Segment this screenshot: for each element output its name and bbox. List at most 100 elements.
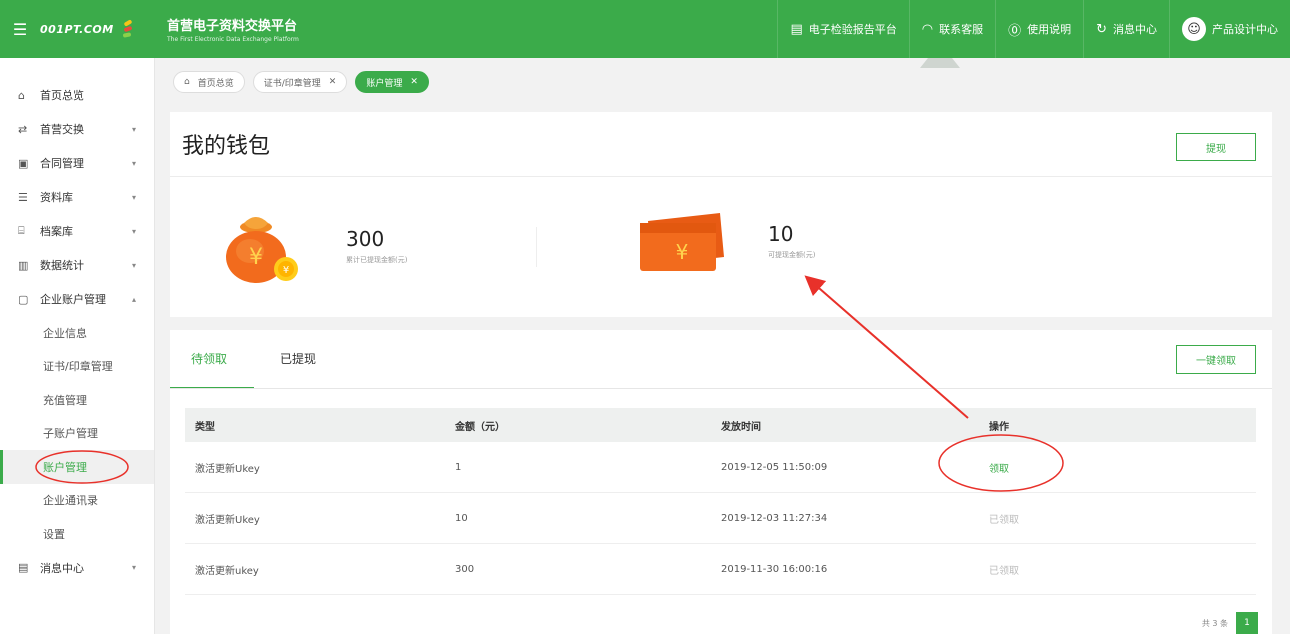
list-icon: ☰: [18, 190, 28, 204]
bell-icon: ↻: [1096, 21, 1107, 37]
sidebar-item-label: 首营交换: [40, 123, 84, 136]
sidebar-item-messages[interactable]: ▤ 消息中心 ▾: [0, 551, 154, 585]
page-button[interactable]: 1: [1236, 612, 1258, 634]
table-row: 激活更新ukey 300 2019-11-30 16:00:16 已领取: [185, 544, 1256, 595]
column-header: 操作: [989, 421, 1009, 433]
cell-type: 激活更新Ukey: [195, 463, 260, 475]
stat-text: 300 累计已提现金额(元): [346, 229, 407, 265]
help-icon: ⓪: [1008, 23, 1022, 39]
nav-contact-support[interactable]: ◠ 联系客服: [908, 0, 995, 58]
logo[interactable]: 001PT.COM: [40, 0, 155, 58]
sidebar-subitem-account-management[interactable]: 账户管理: [0, 450, 154, 484]
withdrawable-label: 可提现金额(元): [768, 251, 816, 259]
svg-text:¥: ¥: [676, 240, 689, 264]
sidebar-subitem-certificates[interactable]: 证书/印章管理: [0, 350, 154, 384]
home-icon: ⌂: [184, 77, 190, 87]
sidebar-item-statistics[interactable]: ▥ 数据统计 ▾: [0, 248, 154, 282]
rewards-table: 类型 金额（元） 发放时间 操作 激活更新Ukey 1 2019-12-05 1…: [185, 408, 1256, 595]
cell-amount: 10: [455, 512, 468, 524]
sidebar-item-exchange[interactable]: ⇄ 首营交换 ▾: [0, 112, 154, 146]
tab-certificates[interactable]: 证书/印章管理 ✕: [252, 71, 348, 93]
stat-withdrawable: ¥ 10 可提现金额(元): [638, 207, 815, 277]
tab-home[interactable]: ⌂ 首页总览: [173, 71, 245, 93]
headset-icon: ◠: [921, 21, 934, 37]
tab-label: 证书/印章管理: [263, 78, 321, 89]
sidebar-item-label: 合同管理: [40, 157, 84, 170]
table-row: 激活更新Ukey 10 2019-12-03 11:27:34 已领取: [185, 493, 1256, 544]
sidebar-subitem-settings[interactable]: 设置: [0, 517, 154, 551]
cell-time: 2019-12-05 11:50:09: [721, 461, 828, 473]
sidebar-item-library[interactable]: ☰ 资料库 ▾: [0, 180, 154, 214]
sidebar-item-archive[interactable]: ⌸ 档案库 ▾: [0, 214, 154, 248]
cell-amount: 1: [455, 461, 462, 473]
nav-label: 使用说明: [1027, 23, 1072, 36]
chevron-down-icon: ▾: [131, 226, 136, 236]
cell-type: 激活更新ukey: [195, 565, 259, 577]
nav-report-platform[interactable]: ▤ 电子检验报告平台: [777, 0, 908, 58]
sidebar-item-contracts[interactable]: ▣ 合同管理 ▾: [0, 146, 154, 180]
sidebar-item-label: 企业账户管理: [40, 293, 106, 306]
chart-icon: ▥: [18, 258, 29, 272]
column-header: 类型: [195, 421, 215, 433]
report-icon: ▤: [790, 21, 803, 37]
platform-title-en: The First Electronic Data Exchange Platf…: [167, 36, 299, 43]
nav-label: 联系客服: [939, 23, 984, 36]
chevron-down-icon: ▾: [131, 124, 136, 134]
platform-title-cn: 首营电子资料交换平台: [167, 19, 298, 34]
column-header: 发放时间: [721, 421, 761, 433]
tab-withdrawn[interactable]: 已提现: [280, 350, 316, 367]
total-count: 共 3 条: [1201, 618, 1228, 628]
sidebar-subitem-sub-accounts[interactable]: 子账户管理: [0, 417, 154, 451]
sidebar-subitem-recharge[interactable]: 充值管理: [0, 383, 154, 417]
message-icon: ▤: [18, 561, 29, 574]
nav-user[interactable]: ☺ 产品设计中心: [1169, 0, 1290, 58]
page-title: 我的钱包: [182, 134, 271, 159]
divider: [170, 388, 1272, 389]
sidebar-item-home[interactable]: ⌂ 首页总览: [0, 78, 154, 112]
total-withdrawn-label: 累计已提现金额(元): [346, 256, 408, 264]
sidebar-item-label: 档案库: [40, 225, 73, 238]
chevron-down-icon: ▾: [131, 158, 136, 168]
wallet-card: 我的钱包 提现 ¥ ¥ 300 累计已提现金额(元) ¥ 10 可提现金额(元): [170, 112, 1272, 317]
nav-messages[interactable]: ↻ 消息中心: [1083, 0, 1169, 58]
menu-toggle-icon[interactable]: ☰: [0, 0, 40, 58]
top-nav: ▤ 电子检验报告平台 ◠ 联系客服 ⓪ 使用说明 ↻ 消息中心 ☺ 产品设计中心: [777, 0, 1290, 58]
sidebar-subitem-company-info[interactable]: 企业信息: [0, 316, 154, 350]
column-header: 金额（元）: [455, 421, 505, 433]
cell-type: 激活更新Ukey: [195, 514, 260, 526]
nav-label: 电子检验报告平台: [808, 23, 897, 36]
cell-time: 2019-12-03 11:27:34: [721, 512, 828, 524]
sidebar-item-enterprise-account[interactable]: ▢ 企业账户管理 ▴: [0, 282, 154, 316]
sidebar-item-label: 首页总览: [40, 89, 84, 102]
logo-text: 001PT.COM: [40, 22, 114, 36]
chevron-down-icon: ▾: [131, 260, 136, 270]
withdraw-button[interactable]: 提现: [1176, 133, 1256, 161]
close-icon[interactable]: ✕: [329, 77, 337, 87]
chevron-up-icon: ▴: [131, 294, 136, 304]
sidebar-item-label: 数据统计: [40, 259, 84, 272]
nav-help[interactable]: ⓪ 使用说明: [995, 0, 1083, 58]
page-tabs: ⌂ 首页总览 证书/印章管理 ✕ 账户管理 ✕: [157, 58, 1290, 106]
claimed-status: 已领取: [989, 514, 1019, 526]
stat-text: 10 可提现金额(元): [768, 224, 815, 260]
money-bag-icon: ¥ ¥: [226, 217, 298, 283]
tab-pending[interactable]: 待领取: [191, 350, 227, 367]
cell-amount: 300: [455, 563, 475, 575]
cell-time: 2019-11-30 16:00:16: [721, 563, 828, 575]
tab-label: 首页总览: [197, 78, 234, 89]
sidebar-subitem-contacts[interactable]: 企业通讯录: [0, 484, 154, 518]
claim-link[interactable]: 领取: [989, 464, 1009, 475]
platform-title: 首营电子资料交换平台 The First Electronic Data Exc…: [167, 15, 299, 43]
exchange-icon: ⇄: [18, 122, 28, 136]
close-icon[interactable]: ✕: [410, 77, 418, 87]
total-withdrawn-amount: 300: [346, 227, 385, 251]
contract-icon: ▣: [18, 156, 29, 170]
claim-all-button[interactable]: 一键领取: [1176, 345, 1256, 374]
sidebar-item-label: 消息中心: [40, 561, 84, 575]
nav-label: 消息中心: [1113, 23, 1157, 36]
svg-text:¥: ¥: [249, 245, 263, 270]
top-bar: ☰ 001PT.COM 首营电子资料交换平台 The First Electro…: [0, 0, 1290, 58]
table-header: 类型 金额（元） 发放时间 操作: [185, 408, 1256, 442]
tab-account-management[interactable]: 账户管理 ✕: [355, 71, 429, 93]
claimed-status: 已领取: [989, 565, 1019, 577]
